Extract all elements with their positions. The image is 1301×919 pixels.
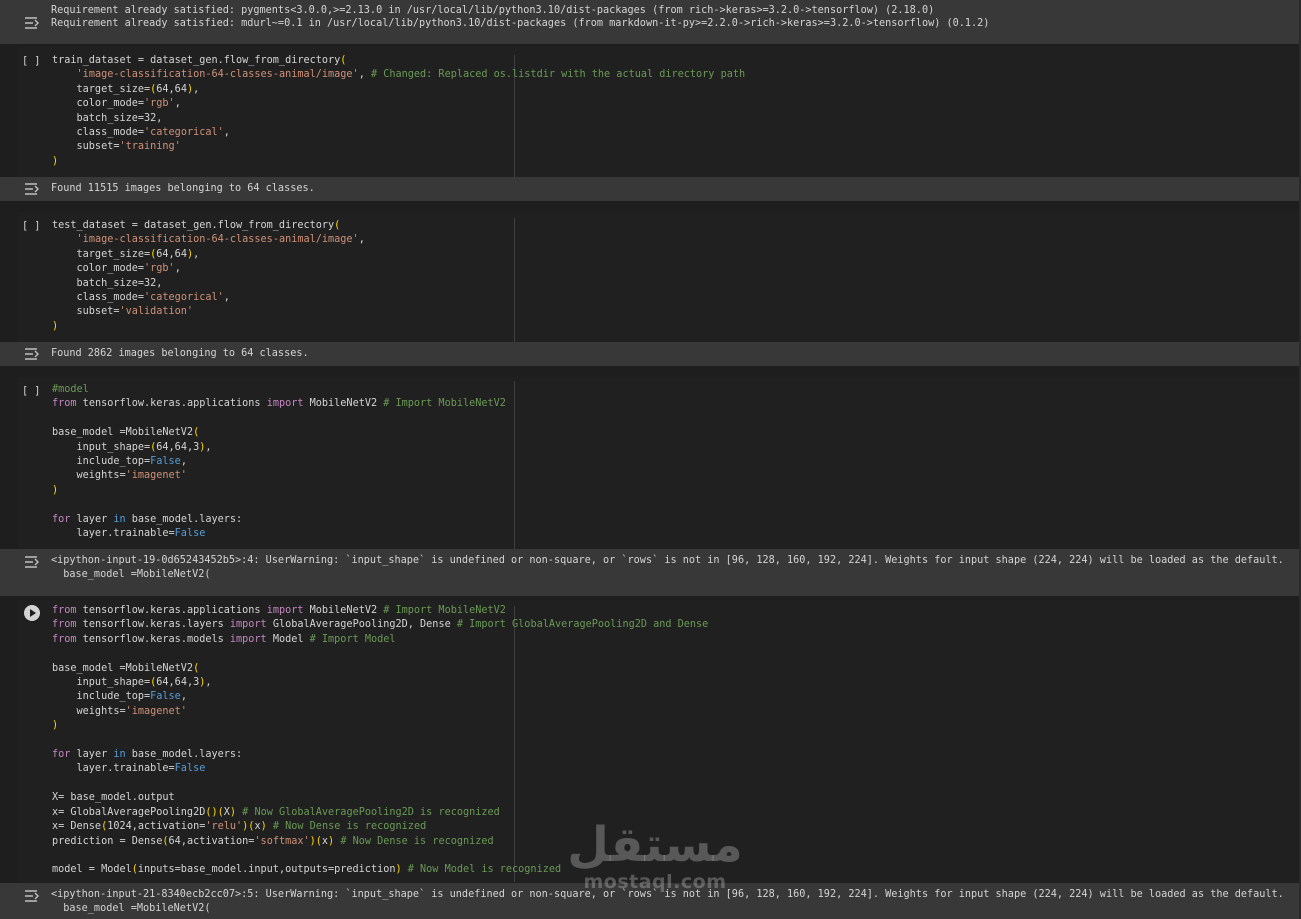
run-cell-button[interactable]: [ ] bbox=[22, 220, 40, 234]
output-toggle-icon[interactable] bbox=[24, 555, 40, 569]
run-cell-button[interactable]: [ ] bbox=[22, 385, 40, 399]
watermark-latin: mostaql.com bbox=[583, 871, 727, 893]
output-area-top: Requirement already satisfied: pygments<… bbox=[0, 0, 1301, 44]
output-line: Found 2862 images belonging to 64 classe… bbox=[51, 348, 309, 359]
code-text: test_dataset = dataset_gen.flow_from_dir… bbox=[52, 220, 365, 332]
code-cell-model[interactable]: [ ] #model from tensorflow.keras.applica… bbox=[0, 377, 1301, 549]
output-toggle-icon[interactable] bbox=[24, 16, 40, 30]
code-cell-test-dataset[interactable]: [ ] test_dataset = dataset_gen.flow_from… bbox=[0, 212, 1301, 342]
output-line: <ipython-input-19-0d65243452b5>:4: UserW… bbox=[51, 555, 1284, 566]
output-toggle-icon[interactable] bbox=[24, 347, 40, 361]
code-text: #model from tensorflow.keras.application… bbox=[52, 384, 506, 540]
output-area: Found 2862 images belonging to 64 classe… bbox=[0, 342, 1301, 366]
output-line: base_model =MobileNetV2( bbox=[51, 903, 211, 914]
output-area: <ipython-input-19-0d65243452b5>:4: UserW… bbox=[0, 549, 1301, 596]
output-area: Found 11515 images belonging to 64 class… bbox=[0, 177, 1301, 201]
output-line: Found 11515 images belonging to 64 class… bbox=[51, 183, 315, 194]
code-text: train_dataset = dataset_gen.flow_from_di… bbox=[52, 55, 746, 167]
output-line: base_model =MobileNetV2( bbox=[51, 569, 211, 580]
output-line: Requirement already satisfied: mdurl~=0.… bbox=[51, 18, 990, 29]
code-cell-train-dataset[interactable]: [ ] train_dataset = dataset_gen.flow_fro… bbox=[0, 47, 1301, 177]
run-cell-button[interactable]: [ ] bbox=[22, 55, 40, 69]
watermark-logo: مستقل mostaql.com bbox=[560, 818, 750, 892]
watermark-arabic: مستقل bbox=[567, 817, 743, 873]
output-toggle-icon[interactable] bbox=[24, 182, 40, 196]
output-toggle-icon[interactable] bbox=[24, 889, 40, 903]
run-cell-icon[interactable] bbox=[24, 605, 40, 621]
